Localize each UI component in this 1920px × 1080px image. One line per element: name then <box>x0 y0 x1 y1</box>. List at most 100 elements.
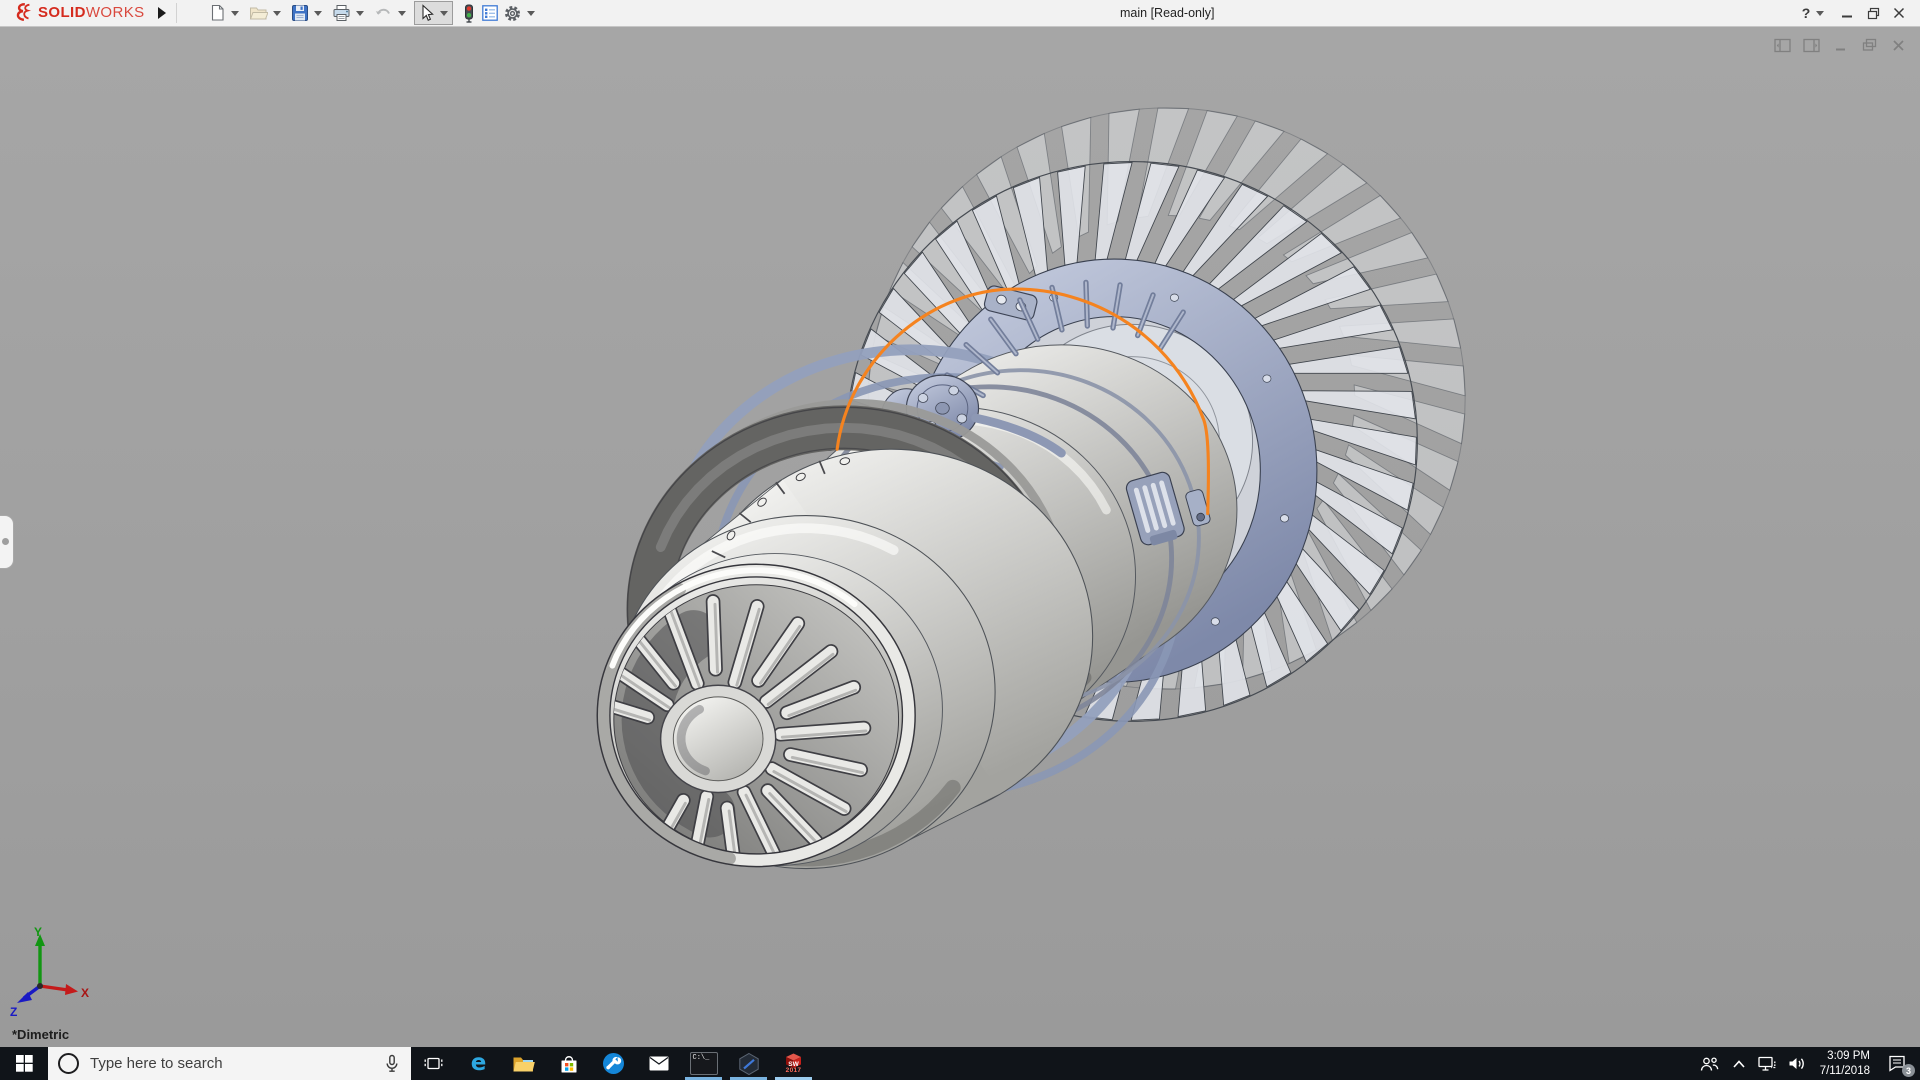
solidworks-swirl-icon <box>12 2 34 23</box>
doc-minimize-button[interactable] <box>1830 36 1850 54</box>
brand-text: SOLIDWORKS <box>38 4 145 21</box>
triad-y-label: Y <box>34 925 42 939</box>
notification-badge: 3 <box>1902 1064 1915 1077</box>
feature-pane-tab[interactable] <box>0 515 14 569</box>
view-orientation-label: *Dimetric <box>12 1027 69 1042</box>
microphone-icon[interactable] <box>383 1054 401 1073</box>
brand-light: WORKS <box>86 4 145 21</box>
doc-close-button[interactable] <box>1888 36 1908 54</box>
ethernet-icon <box>1757 1055 1777 1072</box>
taskbar-app-file-explorer[interactable] <box>501 1047 546 1080</box>
volume-button[interactable] <box>1782 1047 1812 1080</box>
help-glyph: ? <box>1802 5 1811 21</box>
print-button[interactable] <box>330 1 353 25</box>
minimize-icon <box>1841 7 1853 19</box>
save-dropdown-arrow[interactable] <box>314 11 322 16</box>
people-button[interactable] <box>1694 1047 1726 1080</box>
clock[interactable]: 3:09 PM 7/11/2018 <box>1812 1047 1878 1080</box>
pane-left-icon <box>1774 38 1791 53</box>
taskbar-app-store[interactable] <box>546 1047 591 1080</box>
restore-button[interactable] <box>1860 1 1886 25</box>
file-properties-button[interactable] <box>479 1 501 25</box>
show-hidden-icons-button[interactable] <box>1726 1047 1752 1080</box>
action-center-button[interactable]: 3 <box>1878 1047 1916 1080</box>
doc-restore-button[interactable] <box>1859 36 1879 54</box>
print-dropdown-arrow[interactable] <box>356 11 364 16</box>
desktop: SOLIDWORKS <box>0 0 1920 1080</box>
clock-date: 7/11/2018 <box>1820 1064 1870 1078</box>
windows-logo-icon <box>16 1055 33 1072</box>
doc-restore-icon <box>1862 38 1877 52</box>
reference-triad[interactable]: Y X Z <box>2 924 102 1022</box>
minimize-button[interactable] <box>1834 1 1860 25</box>
options-gear-icon <box>503 4 522 23</box>
doc-minimize-icon <box>1834 39 1847 52</box>
select-tool-button[interactable] <box>418 1 436 25</box>
help-button[interactable]: ? <box>1796 1 1816 25</box>
triad-z-label: Z <box>10 1005 17 1019</box>
command-prompt-icon: C:\_ <box>690 1052 718 1075</box>
rebuild-button[interactable] <box>459 1 479 25</box>
wrench-circle-icon <box>602 1052 625 1075</box>
taskbar-app-mail[interactable] <box>636 1047 681 1080</box>
triad-x-label: X <box>81 986 89 1000</box>
close-button[interactable] <box>1886 1 1912 25</box>
help-dropdown-arrow[interactable] <box>1816 11 1824 16</box>
pane-right-button[interactable] <box>1801 36 1821 54</box>
brand-bold: SOLID <box>38 4 86 21</box>
options-button[interactable] <box>501 1 524 25</box>
app-titlebar: SOLIDWORKS <box>0 0 1920 27</box>
standard-toolbar <box>206 0 543 26</box>
select-tool-group <box>414 1 453 25</box>
new-document-button[interactable] <box>206 1 228 25</box>
task-view-icon <box>423 1054 444 1073</box>
mail-icon <box>648 1055 670 1072</box>
task-view-button[interactable] <box>411 1047 456 1080</box>
microsoft-store-icon <box>558 1053 580 1074</box>
taskbar-app-solidworks[interactable]: SW 2017 <box>771 1047 816 1080</box>
select-dropdown-arrow[interactable] <box>440 11 448 16</box>
open-button[interactable] <box>247 1 270 25</box>
taskbar-app-edge[interactable]: e <box>456 1047 501 1080</box>
people-icon <box>1699 1055 1720 1073</box>
taskbar-app-support-tool[interactable] <box>591 1047 636 1080</box>
open-dropdown-arrow[interactable] <box>273 11 281 16</box>
solidworks-app-icon: SW 2017 <box>783 1052 804 1075</box>
save-button[interactable] <box>289 1 311 25</box>
restore-icon <box>1867 7 1880 20</box>
file-properties-icon <box>481 4 499 22</box>
taskbar-app-command-prompt[interactable]: C:\_ <box>681 1047 726 1080</box>
pane-left-button[interactable] <box>1772 36 1792 54</box>
search-input[interactable] <box>88 1054 374 1073</box>
taskbar-app-hexagon[interactable] <box>726 1047 771 1080</box>
pane-right-icon <box>1803 38 1820 53</box>
undo-dropdown-arrow[interactable] <box>398 11 406 16</box>
undo-button[interactable] <box>372 1 395 25</box>
rebuild-traffic-light-icon <box>461 4 477 23</box>
options-dropdown-arrow[interactable] <box>527 11 535 16</box>
file-explorer-icon <box>512 1054 535 1073</box>
pane-tab-dot-icon <box>2 538 9 545</box>
model-jet-engine[interactable] <box>0 26 1920 1047</box>
open-folder-icon <box>249 4 268 22</box>
cortana-icon <box>58 1053 79 1074</box>
undo-arrow-icon <box>374 4 393 22</box>
start-button[interactable] <box>0 1047 48 1080</box>
menu-expand-arrow[interactable] <box>158 7 166 19</box>
clock-time: 3:09 PM <box>1827 1049 1870 1063</box>
windows-taskbar: e <box>0 1047 1920 1080</box>
speaker-icon <box>1787 1055 1806 1072</box>
new-dropdown-arrow[interactable] <box>231 11 239 16</box>
system-tray: 3:09 PM 7/11/2018 3 <box>1694 1047 1920 1080</box>
graphics-viewport[interactable]: Y X Z *Dimetric <box>0 26 1920 1047</box>
doc-close-icon <box>1892 39 1905 52</box>
network-button[interactable] <box>1752 1047 1782 1080</box>
save-floppy-icon <box>291 4 309 22</box>
toolbar-separator <box>176 3 177 23</box>
chevron-up-icon <box>1732 1059 1746 1069</box>
print-icon <box>332 4 351 22</box>
command-prompt-label: C:\_ <box>693 1055 710 1062</box>
close-icon <box>1893 7 1905 19</box>
taskbar-search[interactable] <box>48 1047 411 1080</box>
solidworks-year-label: 2017 <box>786 1068 802 1075</box>
